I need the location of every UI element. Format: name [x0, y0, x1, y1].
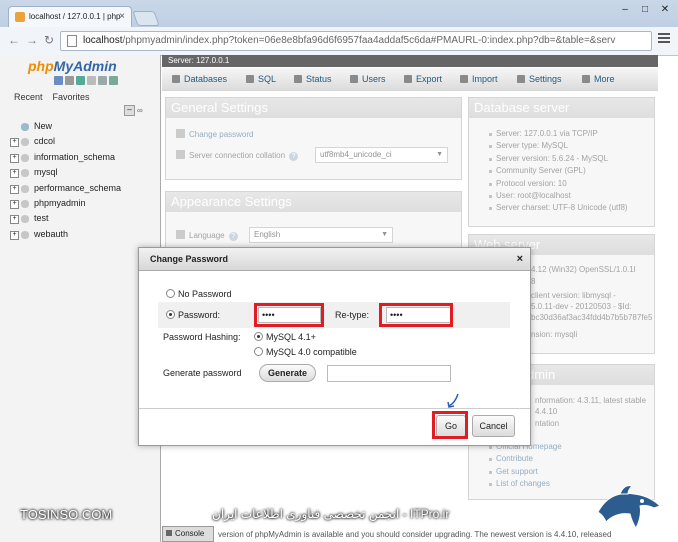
expand-icon[interactable]: +: [10, 230, 19, 240]
browser-chrome: localhost / 127.0.0.1 | php × – □ ✕ ← → ↻ …: [0, 0, 678, 56]
database-icon: [21, 153, 29, 162]
highlight-retype: [379, 303, 453, 327]
browser-tab[interactable]: localhost / 127.0.0.1 | php ×: [8, 6, 132, 28]
database-icon: [21, 184, 29, 193]
hashing-label: Password Hashing:: [163, 332, 241, 342]
tab-more[interactable]: More: [582, 68, 615, 90]
page-icon: [67, 35, 77, 47]
password-option[interactable]: Password:: [166, 310, 220, 320]
generate-button[interactable]: Generate: [259, 364, 316, 382]
maximize-icon[interactable]: □: [638, 4, 652, 15]
console-toggle[interactable]: Console: [162, 526, 214, 542]
close-tab-icon[interactable]: ×: [119, 11, 125, 22]
import-icon: [460, 75, 468, 83]
database-icon: [21, 169, 29, 178]
hash-option-41[interactable]: MySQL 4.1+: [254, 332, 316, 342]
dialog-divider: [139, 408, 530, 409]
nav-bar: ← → ↻ localhost/phpmyadmin/index.php?tok…: [0, 27, 678, 56]
database-icon: [21, 138, 29, 147]
settings-icon: [517, 75, 525, 83]
sql-icon: [246, 75, 254, 83]
reload-nav-icon[interactable]: [109, 76, 118, 85]
recent-favorites: Recent Favorites: [14, 92, 100, 102]
dolphin-logo-icon: [597, 485, 661, 529]
reload-icon[interactable]: ↻: [44, 33, 54, 47]
tab-users[interactable]: Users: [350, 68, 386, 90]
console-icon: [166, 530, 172, 536]
tab-settings[interactable]: Settings: [517, 68, 562, 90]
browser-menu-icon[interactable]: [658, 33, 670, 45]
watermark-center: انجمن تخصصی فناوری اطلاعات ایران - ITPro…: [212, 507, 450, 521]
favicon-icon: [15, 12, 25, 22]
dialog-title: Change Password ×: [139, 248, 530, 271]
expand-icon[interactable]: +: [10, 153, 19, 163]
collapse-all-icon[interactable]: –: [124, 105, 135, 116]
databases-icon: [172, 75, 180, 83]
docs-icon[interactable]: [87, 76, 96, 85]
retype-label: Re-type:: [335, 310, 370, 320]
export-icon: [404, 75, 412, 83]
query-window-icon[interactable]: [76, 76, 85, 85]
new-tab-button[interactable]: [132, 11, 160, 26]
phpmyadmin-logo[interactable]: phpMyAdmin: [28, 58, 117, 74]
back-arrow-icon[interactable]: ←: [8, 33, 20, 47]
password-radio[interactable]: [166, 310, 175, 319]
users-icon: [350, 75, 358, 83]
tab-import[interactable]: Import: [460, 68, 498, 90]
hash-option-40[interactable]: MySQL 4.0 compatible: [254, 347, 357, 357]
expand-icon[interactable]: +: [10, 138, 19, 148]
database-icon: [21, 215, 29, 224]
expand-icon[interactable]: +: [10, 169, 19, 179]
server-breadcrumb[interactable]: Server: 127.0.0.1: [162, 55, 658, 67]
new-db-icon: [21, 123, 29, 131]
hash-40-radio[interactable]: [254, 347, 263, 356]
tab-title: localhost / 127.0.0.1 | php: [29, 12, 121, 21]
logout-icon[interactable]: [65, 76, 74, 85]
recent-tab[interactable]: Recent: [14, 92, 43, 102]
status-icon: [294, 75, 302, 83]
expand-icon[interactable]: +: [10, 199, 19, 209]
settings-icon[interactable]: [98, 76, 107, 85]
close-window-icon[interactable]: ✕: [658, 4, 672, 15]
top-menu: Databases SQL Status Users Export Import…: [162, 68, 658, 91]
expand-icon[interactable]: +: [10, 215, 19, 225]
tab-databases[interactable]: Databases: [172, 68, 227, 90]
highlight-go: [432, 411, 468, 439]
database-icon: [21, 230, 29, 239]
tab-status[interactable]: Status: [294, 68, 332, 90]
generated-password-field[interactable]: [327, 365, 451, 382]
address-bar[interactable]: localhost/phpmyadmin/index.php?token=06e…: [60, 31, 652, 51]
url-text: localhost/phpmyadmin/index.php?token=06e…: [83, 35, 616, 46]
favorites-tab[interactable]: Favorites: [53, 92, 90, 102]
more-icon: [582, 75, 590, 83]
forward-arrow-icon[interactable]: →: [26, 33, 38, 47]
pointer-arrow-icon: [447, 393, 459, 408]
upgrade-notice: version of phpMyAdmin is available and y…: [218, 530, 612, 539]
window-controls: – □ ✕: [612, 4, 672, 15]
tab-export[interactable]: Export: [404, 68, 442, 90]
home-icon[interactable]: [54, 76, 63, 85]
watermark-left: TOSINSO.COM: [20, 507, 113, 522]
nav-shortcut-icons: [54, 76, 120, 87]
hash-41-radio[interactable]: [254, 332, 263, 341]
expand-icon[interactable]: +: [10, 184, 19, 194]
no-password-option[interactable]: No Password: [166, 289, 232, 299]
navigation-panel: phpMyAdmin Recent Favorites – ∞ New + cdco…: [0, 55, 161, 542]
highlight-password: [254, 303, 324, 327]
link-with-main-icon[interactable]: ∞: [137, 106, 143, 115]
tab-bar: localhost / 127.0.0.1 | php × – □ ✕: [0, 0, 678, 28]
cancel-button[interactable]: Cancel: [472, 415, 515, 437]
database-icon: [21, 199, 29, 208]
no-password-radio[interactable]: [166, 289, 175, 298]
tab-sql[interactable]: SQL: [246, 68, 276, 90]
minimize-icon[interactable]: –: [618, 4, 632, 15]
change-password-dialog: Change Password × No Password Password: •…: [138, 247, 531, 446]
generate-label: Generate password: [163, 368, 242, 378]
password-row: Password: •••• Re-type: ••••: [158, 302, 510, 328]
close-icon[interactable]: ×: [517, 248, 523, 270]
